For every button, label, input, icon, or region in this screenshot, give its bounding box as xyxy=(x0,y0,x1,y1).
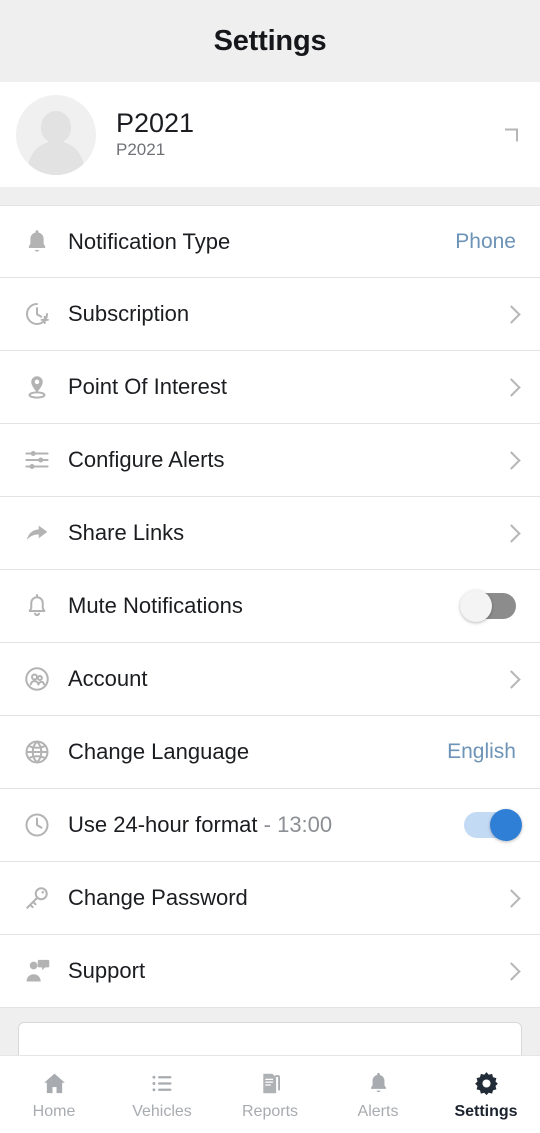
settings-row-label: Support xyxy=(68,958,146,983)
settings-row-change-language[interactable]: Change Language English xyxy=(0,716,540,789)
settings-row-label: Notification Type xyxy=(68,228,231,254)
tab-label: Settings xyxy=(454,1102,518,1120)
settings-row-toggle[interactable] xyxy=(460,590,516,622)
tab-reports[interactable]: Reports xyxy=(216,1069,324,1121)
app-header: Settings xyxy=(0,0,540,82)
tab-label: Reports xyxy=(241,1102,299,1120)
toggle-knob xyxy=(490,809,522,841)
clock-icon xyxy=(18,806,56,844)
partial-card-below-list[interactable] xyxy=(18,1022,522,1055)
clock-plus-icon xyxy=(18,295,56,333)
settings-row-value[interactable]: English xyxy=(447,740,516,764)
settings-row-point-of-interest[interactable]: Point Of Interest xyxy=(0,351,540,424)
settings-screen: Settings P2021 P2021 Notification Type Ph… xyxy=(0,0,540,1133)
list-icon xyxy=(149,1069,176,1097)
support-agent-icon xyxy=(18,952,56,990)
tab-settings[interactable]: Settings xyxy=(432,1069,540,1121)
share-arrow-icon xyxy=(18,514,56,552)
settings-row-label: Change Password xyxy=(68,885,248,910)
settings-row-label-suffix: - 13:00 xyxy=(257,812,333,837)
sliders-icon xyxy=(18,441,56,479)
profile-row[interactable]: P2021 P2021 xyxy=(0,82,540,187)
toggle-knob xyxy=(460,590,492,622)
settings-row-label: Subscription xyxy=(68,301,190,326)
map-pin-icon xyxy=(18,368,56,406)
settings-row-label: Mute Notifications xyxy=(68,593,243,618)
chevron-right-icon xyxy=(502,888,521,908)
settings-row-label: Account xyxy=(68,666,148,691)
section-divider xyxy=(0,187,540,205)
bell-outline-icon xyxy=(18,587,56,625)
key-icon xyxy=(18,879,56,917)
settings-row-label: Point Of Interest xyxy=(68,374,227,399)
page-title: Settings xyxy=(213,24,327,57)
settings-row-label: Change Language xyxy=(68,739,250,764)
tab-label: Vehicles xyxy=(132,1102,192,1120)
settings-row-label: Configure Alerts xyxy=(68,447,225,472)
chevron-right-icon xyxy=(502,450,521,470)
chevron-right-icon xyxy=(502,523,521,543)
settings-scroll-area[interactable]: P2021 P2021 Notification Type Phone Subscr… xyxy=(0,82,540,1055)
settings-row-toggle[interactable] xyxy=(464,809,522,841)
account-people-icon xyxy=(18,660,56,698)
profile-text: P2021 P2021 xyxy=(116,109,194,159)
chevron-right-icon xyxy=(502,669,521,689)
tab-home[interactable]: Home xyxy=(0,1069,108,1121)
tab-label: Home xyxy=(32,1102,76,1120)
bottom-navigation: Home Vehicles Reports Alerts Settings xyxy=(0,1055,540,1133)
tab-label: Alerts xyxy=(357,1102,399,1120)
tab-alerts[interactable]: Alerts xyxy=(324,1069,432,1121)
bell-icon xyxy=(365,1069,392,1097)
settings-row-use-24-hour-format[interactable]: Use 24-hour format - 13:00 xyxy=(0,789,540,862)
bell-filled-icon xyxy=(18,223,56,261)
settings-row-account[interactable]: Account xyxy=(0,643,540,716)
tab-vehicles[interactable]: Vehicles xyxy=(108,1069,216,1121)
settings-row-label: Share Links xyxy=(68,520,185,545)
settings-row-mute-notifications[interactable]: Mute Notifications xyxy=(0,570,540,643)
settings-list: Notification Type Phone Subscription Point … xyxy=(0,205,540,1008)
chevron-right-icon xyxy=(502,377,521,397)
chevron-right-icon xyxy=(502,304,521,324)
globe-icon xyxy=(18,733,56,771)
settings-row-value[interactable]: Phone xyxy=(455,230,516,254)
settings-row-configure-alerts[interactable]: Configure Alerts xyxy=(0,424,540,497)
profile-name: P2021 xyxy=(116,108,195,139)
settings-row-subscription[interactable]: Subscription xyxy=(0,278,540,351)
chevron-right-icon xyxy=(505,128,518,141)
settings-row-label: Use 24-hour format - 13:00 xyxy=(68,812,333,837)
settings-row-notification-type[interactable]: Notification Type Phone xyxy=(0,205,540,278)
chevron-right-icon xyxy=(502,961,521,981)
settings-row-support[interactable]: Support xyxy=(0,935,540,1008)
settings-row-share-links[interactable]: Share Links xyxy=(0,497,540,570)
user-avatar-placeholder-icon xyxy=(16,94,96,175)
gear-icon xyxy=(473,1069,500,1097)
profile-subtitle: P2021 xyxy=(116,140,166,159)
document-icon xyxy=(257,1069,284,1097)
settings-row-change-password[interactable]: Change Password xyxy=(0,862,540,935)
home-icon xyxy=(41,1069,68,1097)
